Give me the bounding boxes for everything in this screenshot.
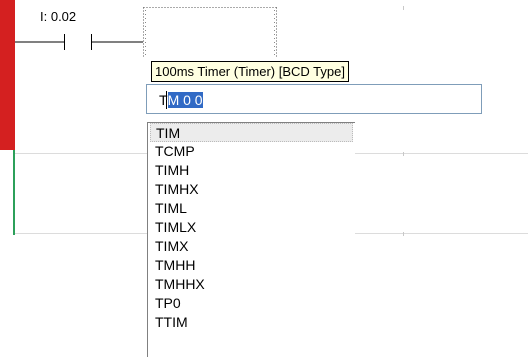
suggestion-item[interactable]: TIML	[150, 199, 353, 218]
rung-bar-edge	[13, 0, 15, 150]
text-caret	[166, 91, 167, 109]
suggestion-item[interactable]: TIM	[150, 123, 353, 142]
rung-bar-fill	[0, 150, 13, 235]
grid-tick	[403, 152, 404, 156]
rung-status-bar-inactive	[0, 150, 15, 235]
grid-tick	[403, 6, 404, 10]
suggestion-item[interactable]: TIMLX	[150, 218, 353, 237]
instruction-suggestion-list[interactable]: TIM TCMP TIMH TIMHX TIML TIMLX TIMX TMHH TMHHX TP…	[147, 122, 355, 357]
instruction-placeholder-box[interactable]	[143, 7, 277, 57]
suggestion-item[interactable]: TIMH	[150, 161, 353, 180]
suggestion-item[interactable]: TMHHX	[150, 275, 353, 294]
instruction-input[interactable]: TM 0 0	[146, 84, 482, 114]
suggestion-item[interactable]: TP0	[150, 294, 353, 313]
instruction-tooltip: 100ms Timer (Timer) [BCD Type]	[151, 61, 349, 82]
rung-status-bar-active	[0, 0, 15, 150]
rung-bar-edge	[13, 150, 15, 235]
suggestion-item[interactable]: TIMX	[150, 237, 353, 256]
suggestion-item[interactable]: TCMP	[150, 142, 353, 161]
input-selected-text: M 0 0	[167, 92, 203, 108]
suggestion-item[interactable]: TMHH	[150, 256, 353, 275]
suggestion-item[interactable]: TIMHX	[150, 180, 353, 199]
rung-bar-fill	[0, 0, 13, 150]
contact-address-label: I: 0.02	[40, 9, 77, 24]
grid-tick	[403, 232, 404, 236]
normally-open-contact-icon[interactable]	[15, 30, 145, 54]
suggestion-item[interactable]: TTIM	[150, 313, 353, 332]
